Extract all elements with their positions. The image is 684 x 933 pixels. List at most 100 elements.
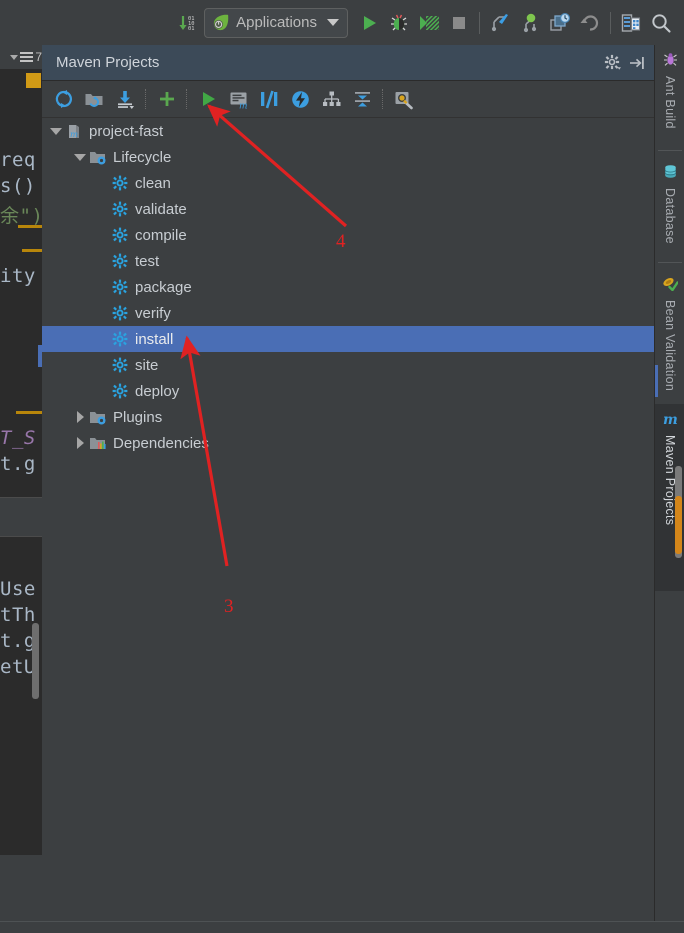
maven-goal-icon	[110, 200, 130, 218]
tree-row-label: Plugins	[113, 408, 163, 426]
bean-validation-icon	[662, 276, 679, 296]
tree-row[interactable]: verify	[42, 300, 654, 326]
code-highlight	[18, 225, 42, 228]
tree-row[interactable]: m project-fast	[42, 118, 654, 144]
tree-row[interactable]: clean	[42, 170, 654, 196]
maven-panel-scrollbar[interactable]	[675, 466, 682, 558]
debug-icon[interactable]	[384, 8, 414, 38]
toggle-offline-mode-icon[interactable]	[285, 84, 316, 114]
tree-row-label: clean	[135, 174, 171, 192]
chevron-right-icon[interactable]	[72, 409, 88, 425]
editor-sub-panel	[0, 498, 42, 536]
spring-leaf-icon	[211, 13, 230, 32]
tree-row[interactable]: package	[42, 274, 654, 300]
code-fragment: tTh	[0, 604, 36, 626]
tree-row[interactable]: compile	[42, 222, 654, 248]
code-fragment: T_S	[0, 427, 36, 449]
maven-settings-icon[interactable]	[388, 84, 419, 114]
code-fragment: 余")	[0, 205, 42, 227]
chevron-down-icon[interactable]	[48, 123, 64, 139]
execute-maven-goal-icon[interactable]: m	[223, 84, 254, 114]
settings-gear-icon[interactable]	[604, 54, 622, 72]
tab-divider-2	[658, 262, 682, 263]
tree-row-label: validate	[135, 200, 187, 218]
tree-row[interactable]: site	[42, 352, 654, 378]
maven-tree: m project-fast Lifecycle clean validate …	[42, 118, 654, 924]
maven-goal-icon	[110, 330, 130, 348]
sidebar-item-ant-build[interactable]: Ant Build	[655, 45, 684, 144]
sidebar-item-label: Bean Validation	[663, 300, 677, 392]
maven-projects-tool-window: Maven Projects m m project-fast Lifecycl…	[42, 45, 660, 924]
sidebar-item-bean-validation[interactable]: Bean Validation	[655, 269, 684, 404]
chevron-down-icon[interactable]	[72, 149, 88, 165]
editor-scrollbar[interactable]	[32, 623, 39, 699]
svg-text:m: m	[663, 412, 678, 426]
ide-window: 01 10 01 Applications 7 req s() 余") ity …	[0, 0, 684, 933]
maven-goal-icon	[110, 278, 130, 296]
bookmark-square-icon	[26, 73, 41, 88]
download-sources-icon[interactable]	[110, 84, 141, 114]
toolbar-divider-2	[186, 89, 188, 109]
run-maven-build-icon[interactable]	[192, 84, 223, 114]
tree-row-selected[interactable]: install	[42, 326, 654, 352]
show-dependencies-icon[interactable]	[316, 84, 347, 114]
run-configuration-selector[interactable]: Applications	[204, 7, 348, 38]
toolbar-divider-2	[610, 11, 611, 34]
hide-panel-icon[interactable]	[628, 54, 646, 72]
generate-sources-icon[interactable]	[79, 84, 110, 114]
add-maven-project-icon[interactable]	[151, 84, 182, 114]
tree-row[interactable]: Plugins	[42, 404, 654, 430]
toolbar-divider	[145, 89, 147, 109]
plugins-folder-icon	[88, 408, 108, 426]
update-running-application-icon[interactable]: 01 10 01	[174, 8, 204, 38]
stop-icon[interactable]	[444, 8, 474, 38]
right-tool-tab-bar: Ant Build Database Bean Validation m Mav…	[654, 45, 684, 933]
history-icon[interactable]	[545, 8, 575, 38]
maven-goal-icon	[110, 304, 130, 322]
page-title: Maven Projects	[56, 54, 160, 71]
code-fragment: ity	[0, 265, 36, 287]
sidebar-item-maven-projects[interactable]: m Maven Projects	[655, 404, 684, 591]
tree-row-label: site	[135, 356, 159, 374]
search-everywhere-icon[interactable]	[646, 8, 676, 38]
tree-row[interactable]: test	[42, 248, 654, 274]
maven-goal-icon	[110, 226, 130, 244]
toggle-skip-tests-icon[interactable]	[254, 84, 285, 114]
tree-row-label: deploy	[135, 382, 180, 400]
tree-row[interactable]: Lifecycle	[42, 144, 654, 170]
tree-row[interactable]: deploy	[42, 378, 654, 404]
code-fragment: t.g	[0, 630, 36, 652]
run-icon[interactable]	[354, 8, 384, 38]
update-project-icon[interactable]	[485, 8, 515, 38]
commit-icon[interactable]	[515, 8, 545, 38]
tree-row-label: test	[135, 252, 160, 270]
tree-row[interactable]: validate	[42, 196, 654, 222]
tree-row-label: compile	[135, 226, 187, 244]
dependencies-folder-icon	[88, 434, 108, 452]
editor-structure-header[interactable]: 7	[0, 45, 42, 70]
rollback-icon[interactable]	[575, 8, 605, 38]
collapse-all-icon[interactable]	[347, 84, 378, 114]
chevron-right-icon[interactable]	[72, 435, 88, 451]
code-fragment: req	[0, 149, 36, 171]
run-with-coverage-icon[interactable]	[414, 8, 444, 38]
maven-panel-toolbar: m	[42, 81, 660, 118]
chevron-down-icon	[10, 54, 19, 60]
code-highlight	[16, 411, 42, 414]
maven-panel-header: Maven Projects	[42, 45, 654, 81]
svg-text:m: m	[70, 130, 78, 140]
maven-module-icon: m	[64, 122, 84, 140]
maven-goal-icon	[110, 174, 130, 192]
database-table-icon[interactable]	[616, 8, 646, 38]
tree-row-label: Dependencies	[113, 434, 209, 452]
maven-goal-icon	[110, 382, 130, 400]
editor-split-divider-2	[0, 536, 42, 537]
sidebar-item-database[interactable]: Database	[655, 157, 684, 256]
reimport-all-maven-projects-icon[interactable]	[48, 84, 79, 114]
editor-strip: 7 req s() 余") ity T_S t.g Use tTh t.g et…	[0, 45, 42, 933]
toolbar-divider	[479, 11, 480, 34]
maven-goal-icon	[110, 356, 130, 374]
status-bar	[0, 921, 684, 933]
sidebar-item-label: Ant Build	[663, 76, 677, 129]
tree-row[interactable]: Dependencies	[42, 430, 654, 456]
